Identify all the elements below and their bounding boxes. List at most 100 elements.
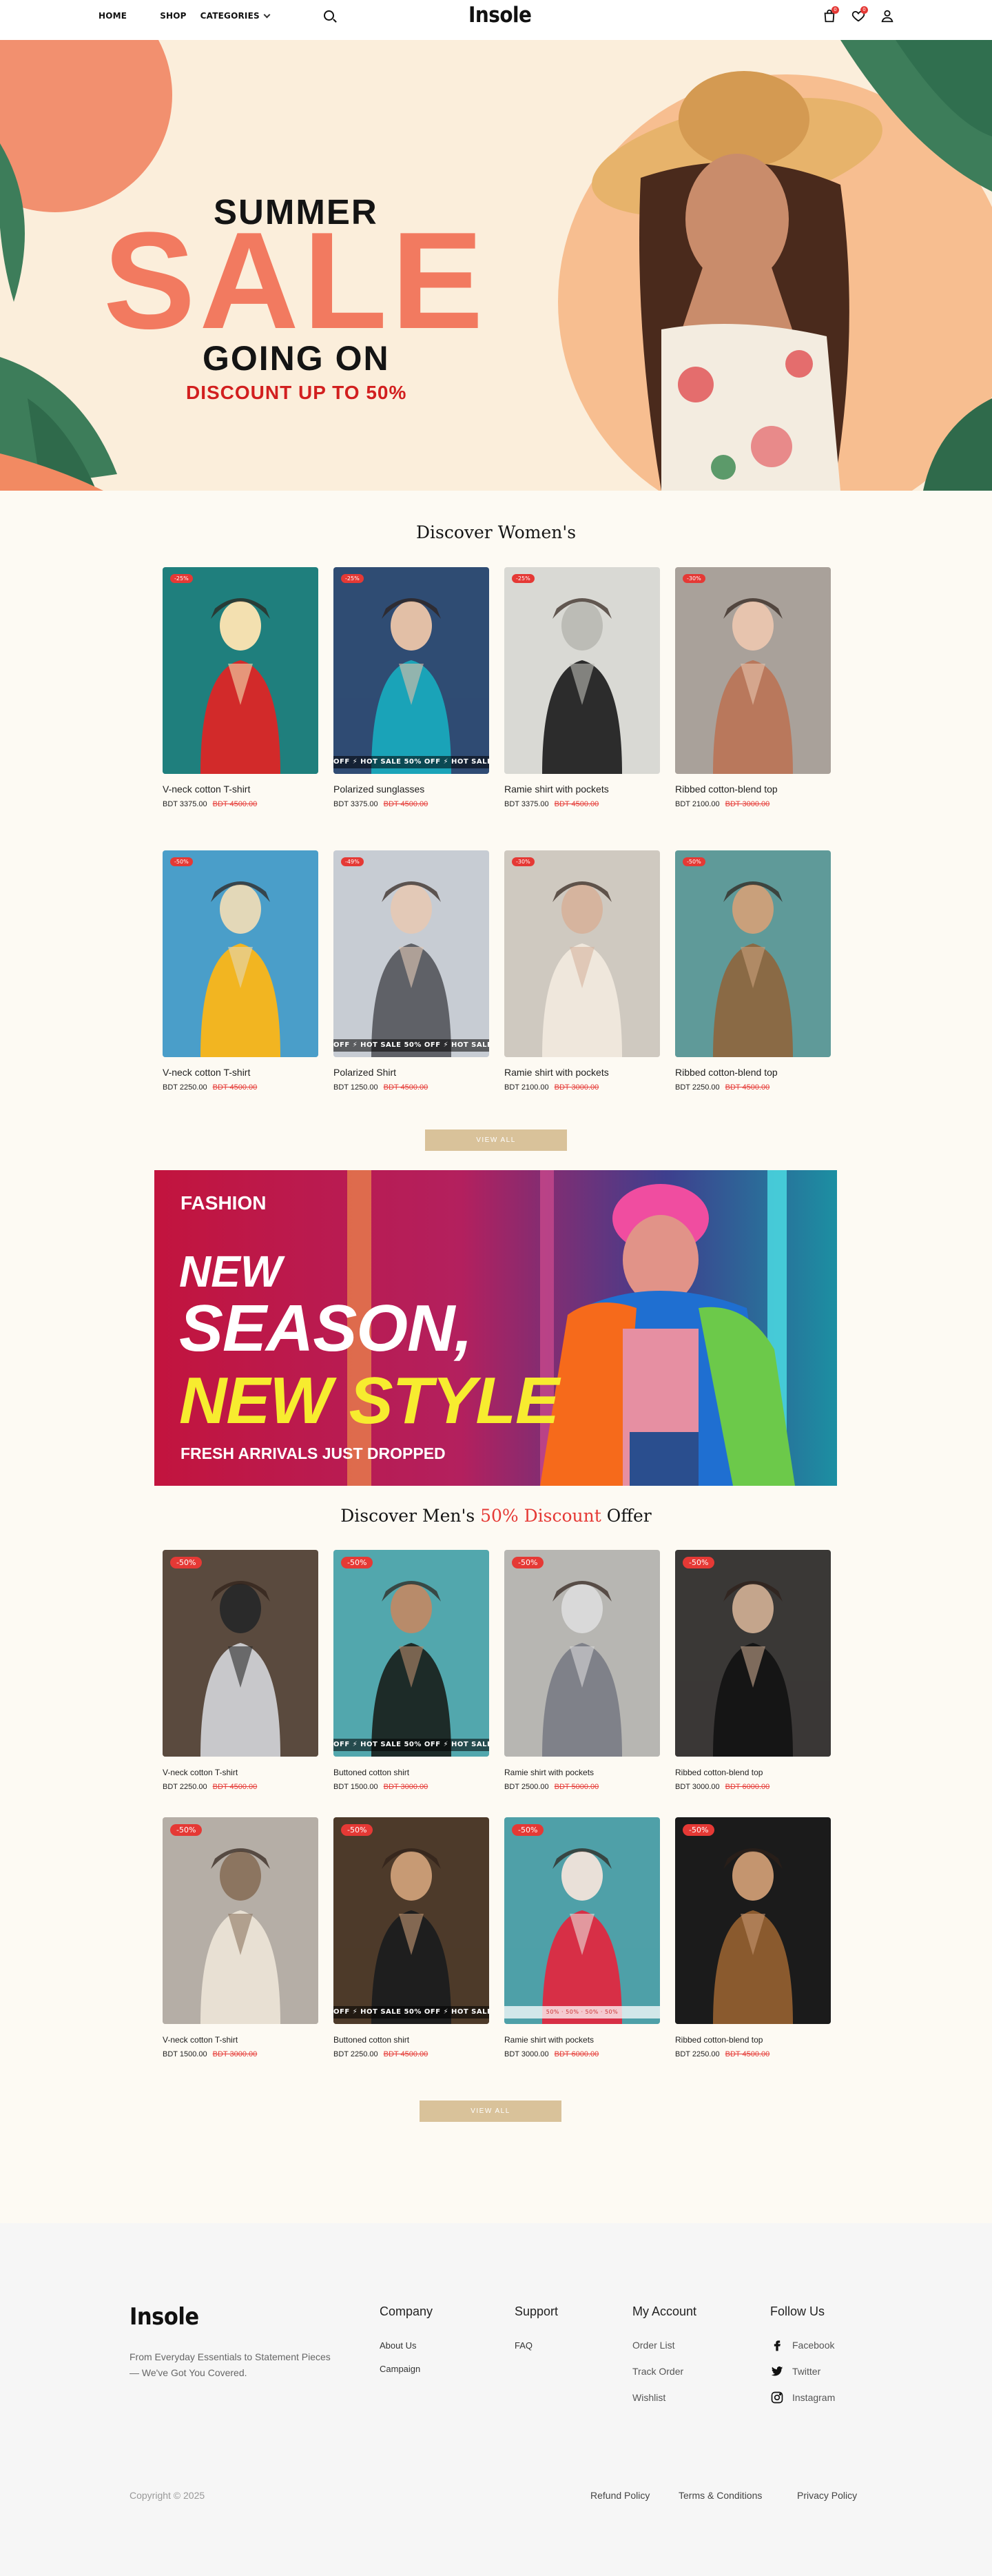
original-price: BDT 4500.00 — [725, 2050, 770, 2058]
product-name[interactable]: V-neck cotton T-shirt — [163, 1067, 318, 1078]
product-thumbnail[interactable]: -50% — [163, 850, 318, 1057]
footer-link-privacy-policy[interactable]: Privacy Policy — [797, 2490, 857, 2501]
product-thumbnail[interactable]: -49% OFF ⚡ HOT SALE 50% OFF ⚡ HOT SALE 50… — [333, 850, 489, 1057]
footer-link-twitter[interactable]: Twitter — [770, 2366, 835, 2377]
footer-link-faq[interactable]: FAQ — [515, 2340, 558, 2351]
original-price: BDT 4500.00 — [212, 1783, 258, 1791]
product-card[interactable]: -50% Ribbed cotton-blend top BDT 2250.00 BD… — [675, 1817, 831, 2058]
site-logo[interactable]: Insole — [468, 3, 532, 28]
product-thumbnail[interactable]: -30% — [504, 850, 660, 1057]
nav-categories-label: CATEGORIES — [200, 11, 260, 21]
product-price: BDT 1250.00 BDT 4500.00 — [333, 1083, 489, 1092]
footer-support-title: Support — [515, 2304, 559, 2318]
product-card[interactable]: -50% OFF ⚡ HOT SALE 50% OFF ⚡ HOT SALE 50… — [333, 1550, 489, 1791]
wishlist-button[interactable]: 0 — [851, 6, 868, 25]
product-price: BDT 2500.00 BDT 5000.00 — [504, 1783, 660, 1791]
product-price: BDT 1500.00 BDT 3000.00 — [333, 1783, 489, 1791]
footer-link-order-list[interactable]: Order List — [632, 2340, 696, 2351]
men-view-all-button[interactable]: VIEW ALL — [420, 2100, 561, 2122]
product-name[interactable]: Ribbed cotton-blend top — [675, 1768, 831, 1777]
chevron-down-icon — [263, 11, 271, 18]
new-season-banner[interactable]: FASHION NEW SEASON, NEW STYLE FRESH ARRI… — [154, 1170, 837, 1486]
product-name[interactable]: Ribbed cotton-blend top — [675, 1067, 831, 1078]
footer-link-facebook[interactable]: Facebook — [770, 2340, 835, 2351]
product-name[interactable]: Buttoned cotton shirt — [333, 2035, 489, 2045]
nav-shop[interactable]: SHOP — [160, 11, 186, 21]
product-thumbnail[interactable]: -50% — [163, 1550, 318, 1757]
product-image — [504, 567, 660, 774]
footer-link-wishlist[interactable]: Wishlist — [632, 2392, 696, 2403]
original-price: BDT 6000.00 — [554, 2050, 599, 2058]
product-price: BDT 3375.00 BDT 4500.00 — [163, 800, 318, 808]
discount-badge: -50% — [170, 857, 193, 866]
product-card[interactable]: -50% Ramie shirt with pockets BDT 2500.00 B… — [504, 1550, 660, 1791]
product-name[interactable]: Ramie shirt with pockets — [504, 784, 660, 795]
product-thumbnail[interactable]: -50% OFF ⚡ HOT SALE 50% OFF ⚡ HOT SALE 50… — [333, 1817, 489, 2024]
product-thumbnail[interactable]: -25% OFF ⚡ HOT SALE 50% OFF ⚡ HOT SALE 50… — [333, 567, 489, 774]
footer-company-title: Company — [380, 2304, 433, 2318]
product-thumbnail[interactable]: -50% 50% · 50% · 50% · 50% — [504, 1817, 660, 2024]
footer-link-track-order[interactable]: Track Order — [632, 2366, 696, 2377]
product-name[interactable]: Ribbed cotton-blend top — [675, 2035, 831, 2045]
search-icon[interactable] — [324, 10, 334, 21]
sale-price: BDT 2100.00 — [504, 1083, 549, 1092]
product-card[interactable]: -50% V-neck cotton T-shirt BDT 1500.00 BDT … — [163, 1817, 318, 2058]
sale-price: BDT 3375.00 — [163, 800, 207, 808]
main-nav: HOME SHOP CATEGORIES — [99, 11, 302, 21]
product-thumbnail[interactable]: -30% — [675, 567, 831, 774]
product-card[interactable]: -50% Ribbed cotton-blend top BDT 3000.00 BD… — [675, 1550, 831, 1791]
footer-link-refund-policy[interactable]: Refund Policy — [590, 2490, 650, 2501]
product-name[interactable]: Polarized Shirt — [333, 1067, 489, 1078]
discount-badge: -50% — [683, 1557, 715, 1568]
product-card[interactable]: -49% OFF ⚡ HOT SALE 50% OFF ⚡ HOT SALE 50… — [333, 850, 489, 1092]
footer-account-column: My Account Order List Track Order Wishli… — [632, 2304, 696, 2418]
nav-categories[interactable]: CATEGORIES — [200, 11, 271, 21]
footer-account-title: My Account — [632, 2304, 697, 2318]
product-card[interactable]: -50% V-neck cotton T-shirt BDT 2250.00 BDT … — [163, 850, 318, 1092]
product-name[interactable]: Ramie shirt with pockets — [504, 2035, 660, 2045]
product-card[interactable]: -30% Ribbed cotton-blend top BDT 2100.00 BD… — [675, 567, 831, 808]
hero-banner[interactable]: SUMMER SALE GOING ON DISCOUNT UP TO 50% — [0, 40, 992, 491]
nav-home[interactable]: HOME — [99, 11, 127, 21]
cart-button[interactable]: 0 — [822, 6, 839, 25]
product-name[interactable]: Ramie shirt with pockets — [504, 1067, 660, 1078]
discount-badge: -50% — [683, 857, 705, 866]
sale-price: BDT 3375.00 — [333, 800, 378, 808]
product-card[interactable]: -25% OFF ⚡ HOT SALE 50% OFF ⚡ HOT SALE 50… — [333, 567, 489, 808]
product-card[interactable]: -25% Ramie shirt with pockets BDT 3375.00 B… — [504, 567, 660, 808]
product-thumbnail[interactable]: -50% — [504, 1550, 660, 1757]
product-name[interactable]: Buttoned cotton shirt — [333, 1768, 489, 1777]
women-view-all-button[interactable]: VIEW ALL — [425, 1129, 567, 1151]
product-name[interactable]: Ramie shirt with pockets — [504, 1768, 660, 1777]
product-price: BDT 2250.00 BDT 4500.00 — [675, 1083, 831, 1092]
product-card[interactable]: -30% Ramie shirt with pockets BDT 2100.00 B… — [504, 850, 660, 1092]
product-card[interactable]: -50% Ribbed cotton-blend top BDT 2250.00 BD… — [675, 850, 831, 1092]
product-thumbnail[interactable]: -50% — [675, 850, 831, 1057]
product-card[interactable]: -50% V-neck cotton T-shirt BDT 2250.00 BDT … — [163, 1550, 318, 1791]
product-image — [675, 850, 831, 1057]
product-name[interactable]: Polarized sunglasses — [333, 784, 489, 795]
product-thumbnail[interactable]: -50% — [675, 1550, 831, 1757]
footer-link-campaign[interactable]: Campaign — [380, 2363, 433, 2374]
footer-link-terms[interactable]: Terms & Conditions — [679, 2490, 762, 2501]
footer-link-about[interactable]: About Us — [380, 2340, 433, 2351]
original-price: BDT 3000.00 — [725, 800, 770, 808]
product-thumbnail[interactable]: -50% — [163, 1817, 318, 2024]
product-card[interactable]: -50% OFF ⚡ HOT SALE 50% OFF ⚡ HOT SALE 50… — [333, 1817, 489, 2058]
product-thumbnail[interactable]: -50% OFF ⚡ HOT SALE 50% OFF ⚡ HOT SALE 50… — [333, 1550, 489, 1757]
banner-new-style-text: NEW STYLE — [179, 1364, 559, 1438]
footer-logo[interactable]: Insole — [130, 2303, 199, 2331]
product-card[interactable]: -25% V-neck cotton T-shirt BDT 3375.00 BDT … — [163, 567, 318, 808]
product-thumbnail[interactable]: -25% — [504, 567, 660, 774]
product-card[interactable]: -50% 50% · 50% · 50% · 50% Ramie shirt wit… — [504, 1817, 660, 2058]
wishlist-count-badge: 0 — [860, 6, 868, 14]
product-name[interactable]: V-neck cotton T-shirt — [163, 1768, 318, 1777]
product-name[interactable]: V-neck cotton T-shirt — [163, 784, 318, 795]
footer-link-instagram[interactable]: Instagram — [770, 2391, 835, 2404]
product-name[interactable]: V-neck cotton T-shirt — [163, 2035, 318, 2045]
product-thumbnail[interactable]: -25% — [163, 567, 318, 774]
product-name[interactable]: Ribbed cotton-blend top — [675, 784, 831, 795]
account-button[interactable] — [880, 8, 895, 25]
facebook-icon — [774, 2340, 781, 2351]
product-thumbnail[interactable]: -50% — [675, 1817, 831, 2024]
